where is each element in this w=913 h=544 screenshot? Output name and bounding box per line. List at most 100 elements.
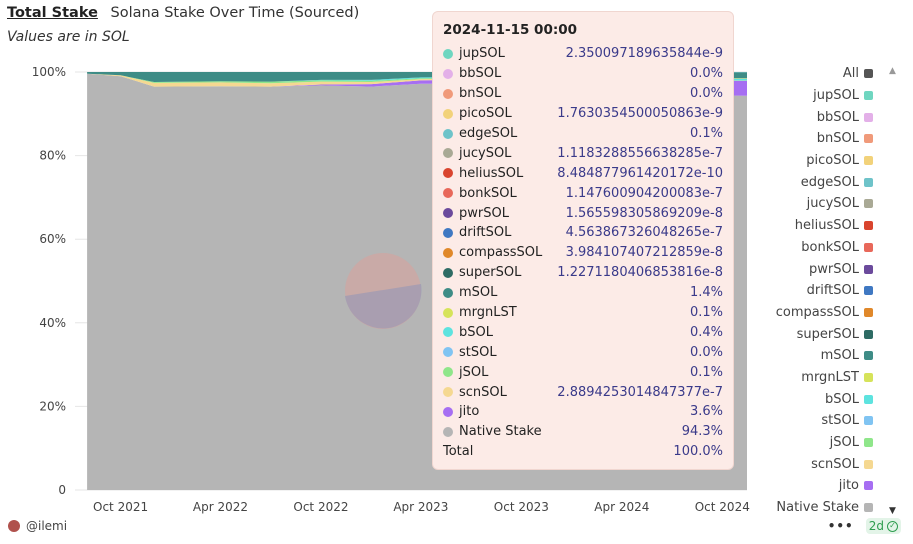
check-icon: ✓ [887, 520, 898, 532]
tooltip-series-value: 1.4% [689, 285, 723, 301]
legend-scroll[interactable]: ▲ ▼ [889, 66, 901, 516]
legend-item-label: bSOL [825, 391, 859, 407]
legend-item-label: scnSOL [811, 456, 859, 472]
tooltip-series-dot-icon [443, 208, 453, 219]
tooltip-row: edgeSOL 0.1% [443, 124, 723, 144]
tooltip-series-value: 3.6% [689, 404, 723, 420]
tooltip-series-name: mrgnLST [459, 305, 517, 321]
x-tick-label: Apr 2022 [193, 500, 248, 514]
legend-item[interactable]: heliusSOL [753, 215, 873, 237]
legend-item[interactable]: jSOL [753, 432, 873, 454]
legend-item[interactable]: Native Stake [753, 497, 873, 519]
legend-item[interactable]: compassSOL [753, 302, 873, 324]
tooltip-series-name: Native Stake [459, 424, 542, 440]
legend-item[interactable]: jito [753, 475, 873, 497]
y-tick-label: 100% [32, 65, 66, 79]
legend-item[interactable]: bSOL [753, 388, 873, 410]
legend-scroll-down-icon[interactable]: ▼ [889, 506, 896, 516]
legend-item-label: picoSOL [806, 153, 859, 169]
tooltip-series-dot-icon [443, 168, 453, 179]
tooltip-series-name: jucySOL [459, 145, 512, 161]
legend-item[interactable]: bbSOL [753, 106, 873, 128]
legend-item[interactable]: mrgnLST [753, 367, 873, 389]
legend-item[interactable]: jupSOL [753, 85, 873, 107]
tooltip-series-value: 1.565598305869209e-8 [565, 205, 723, 221]
legend-item-label: All [842, 66, 859, 82]
legend-swatch-icon [864, 156, 873, 166]
legend-item-label: compassSOL [775, 304, 859, 320]
legend-swatch-icon [864, 286, 873, 296]
legend-item[interactable]: pwrSOL [753, 258, 873, 280]
tooltip-row: driftSOL 4.563867326048265e-7 [443, 223, 723, 243]
tooltip-series-dot-icon [443, 387, 453, 398]
legend-item[interactable]: mSOL [753, 345, 873, 367]
legend-swatch-icon [864, 416, 873, 426]
legend-item-label: bbSOL [816, 109, 859, 125]
author-info[interactable]: @ilemi [8, 519, 67, 533]
tooltip-series-value: 1.2271180406853816e-8 [557, 265, 723, 281]
tooltip-series-dot-icon [443, 347, 453, 358]
tooltip-series-value: 0.1% [689, 364, 723, 380]
legend-item[interactable]: scnSOL [753, 453, 873, 475]
legend-swatch-icon [864, 329, 873, 339]
legend-swatch-icon [864, 134, 873, 144]
legend-scroll-up-icon[interactable]: ▲ [889, 66, 896, 76]
tooltip-series-name: bbSOL [459, 66, 502, 82]
tooltip-series-name: picoSOL [459, 106, 512, 122]
tooltip-series-value: 0.1% [689, 126, 723, 141]
tooltip-row: jSOL 0.1% [443, 362, 723, 382]
tooltip-series-value: 8.484877961420172e-10 [557, 165, 723, 181]
legend-swatch-icon [864, 438, 873, 448]
tooltip-series-value: 0.0% [689, 66, 723, 82]
legend-item[interactable]: driftSOL [753, 280, 873, 302]
tooltip-series-value: 4.563867326048265e-7 [565, 225, 723, 241]
x-tick-label: Apr 2023 [393, 500, 448, 514]
tooltip-series-value: 2.8894253014847377e-7 [557, 384, 723, 400]
legend-swatch-icon [864, 394, 873, 404]
y-tick-label: 60% [39, 232, 66, 246]
tooltip-series-value: 3.984107407212859e-8 [565, 245, 723, 261]
legend-swatch-icon [864, 459, 873, 469]
more-options-icon[interactable]: ••• [828, 519, 854, 533]
legend-swatch-icon [864, 481, 873, 491]
legend-swatch-icon [864, 69, 873, 79]
legend-item-label: heliusSOL [794, 218, 859, 234]
tooltip-row: pwrSOL 1.565598305869209e-8 [443, 203, 723, 223]
tooltip-series-dot-icon [443, 48, 453, 59]
tooltip-series-dot-icon [443, 267, 453, 278]
tooltip-row: heliusSOL 8.484877961420172e-10 [443, 163, 723, 183]
tooltip-row: bbSOL 0.0% [443, 64, 723, 84]
legend-item[interactable]: bonkSOL [753, 237, 873, 259]
tooltip-series-dot-icon [443, 88, 453, 99]
tooltip-series-dot-icon [443, 188, 453, 199]
legend-swatch-icon [864, 177, 873, 187]
legend-item-label: bnSOL [816, 131, 859, 147]
tooltip-row: mrgnLST 0.1% [443, 303, 723, 323]
tooltip-total-value: 100.0% [673, 444, 723, 460]
legend-item-label: jupSOL [813, 88, 859, 104]
legend-item[interactable]: picoSOL [753, 150, 873, 172]
tooltip-series-value: 1.147600904200083e-7 [565, 185, 723, 201]
legend-swatch-icon [864, 351, 873, 361]
legend-item[interactable]: edgeSOL [753, 171, 873, 193]
legend-item[interactable]: stSOL [753, 410, 873, 432]
tooltip-series-value: 1.7630354500050863e-9 [557, 106, 723, 122]
legend-swatch-icon [864, 372, 873, 382]
tooltip-series-name: compassSOL [459, 245, 543, 261]
y-tick-label: 80% [39, 149, 66, 163]
tooltip-total-row: Total 100.0% [443, 442, 723, 462]
legend-item[interactable]: bnSOL [753, 128, 873, 150]
freshness-badge: 2d ✓ [865, 518, 901, 534]
x-tick-label: Oct 2022 [293, 500, 348, 514]
tooltip-series-name: mSOL [459, 285, 498, 301]
author-name[interactable]: @ilemi [26, 519, 67, 533]
tooltip-row: bnSOL 0.0% [443, 84, 723, 104]
legend-item-label: Native Stake [776, 500, 859, 516]
tooltip-series-name: bnSOL [459, 86, 502, 102]
tooltip-series-dot-icon [443, 108, 453, 119]
legend-item[interactable]: jucySOL [753, 193, 873, 215]
avatar [8, 520, 20, 532]
legend-item[interactable]: superSOL [753, 323, 873, 345]
legend-item[interactable]: All [753, 63, 873, 85]
tooltip-series-dot-icon [443, 247, 453, 258]
